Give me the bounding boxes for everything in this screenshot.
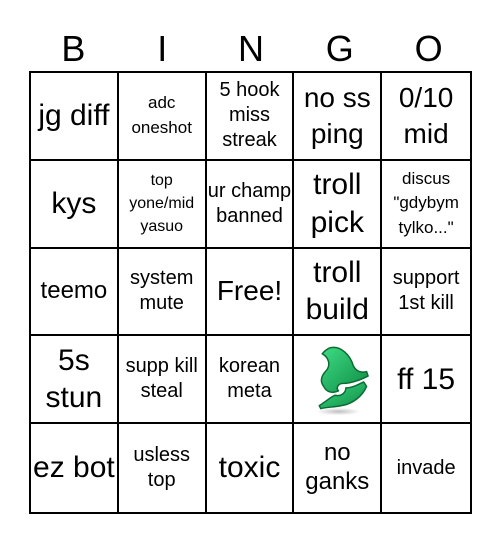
bingo-cell[interactable]: no ganks	[294, 424, 383, 512]
cell-text: adc oneshot	[131, 93, 192, 137]
bingo-cell[interactable]: teemo	[31, 248, 119, 337]
logo-cell[interactable]	[294, 336, 383, 425]
bingo-cell[interactable]: ez bot	[31, 424, 119, 512]
header-letter-i: I	[157, 28, 168, 69]
cell-text: system mute	[130, 267, 194, 315]
bingo-grid: jg diff adc oneshot 5 hook miss streak n…	[29, 71, 472, 514]
cell-text: 5 hook miss streak	[219, 79, 280, 152]
bingo-cell[interactable]: ff 15	[382, 336, 470, 425]
bingo-cell[interactable]: troll build	[294, 248, 383, 337]
bingo-cell[interactable]: korean meta	[206, 336, 295, 425]
bingo-cell[interactable]: toxic	[207, 424, 295, 512]
free-space-text: Free!	[216, 275, 283, 307]
bingo-cell[interactable]: ur champ banned	[206, 160, 295, 249]
bingo-cell[interactable]: supp kill steal	[118, 336, 207, 425]
cell-text: ez bot	[33, 451, 115, 485]
header-letter-b: B	[61, 28, 86, 69]
bingo-cell[interactable]: 5 hook miss streak	[206, 73, 295, 161]
green-swirl-logo-icon	[316, 346, 370, 416]
header-letter-n: N	[237, 28, 264, 69]
bingo-cell[interactable]: jg diff	[31, 73, 119, 161]
cell-text: top yone/mid yasuo	[129, 171, 195, 236]
cell-text: korean meta	[218, 355, 281, 403]
bingo-cell[interactable]: system mute	[118, 248, 207, 337]
cell-text: no ganks	[305, 439, 370, 496]
bingo-cell[interactable]: top yone/mid yasuo	[118, 160, 207, 249]
header-letter-o: O	[414, 28, 443, 69]
cell-text: kys	[51, 186, 97, 220]
cell-text: troll build	[305, 255, 369, 327]
bingo-cell[interactable]: kys	[31, 160, 119, 249]
cell-text: 0/10 mid	[398, 81, 454, 149]
cell-text: no ss ping	[303, 81, 371, 149]
bingo-cell[interactable]: invade	[382, 424, 470, 512]
free-space-cell[interactable]: Free!	[206, 248, 295, 337]
cell-text: invade	[396, 456, 456, 479]
cell-text: usless top	[133, 444, 191, 492]
cell-text: support 1st kill	[392, 267, 460, 315]
cell-text: teemo	[40, 277, 108, 305]
bingo-cell[interactable]: no ss ping	[294, 73, 383, 161]
bingo-cell[interactable]: 5s stun	[31, 336, 119, 425]
bingo-cell[interactable]: discus "gdybym tylko..."	[382, 161, 470, 249]
cell-text: troll pick	[310, 168, 364, 239]
bingo-cell[interactable]: troll pick	[294, 160, 383, 249]
cell-text: jg diff	[38, 99, 110, 133]
header-letter-g: G	[325, 28, 354, 69]
cell-text: toxic	[218, 451, 281, 485]
bingo-header: B I N G O	[29, 28, 473, 70]
cell-text: discus "gdybym tylko..."	[393, 168, 459, 238]
cell-text: 5s stun	[45, 343, 103, 415]
bingo-cell[interactable]: support 1st kill	[382, 249, 470, 337]
bingo-cell[interactable]: usless top	[119, 424, 207, 512]
cell-text: ff 15	[397, 362, 456, 396]
bingo-cell[interactable]: adc oneshot	[118, 73, 207, 161]
cell-text: ur champ banned	[207, 179, 292, 227]
bingo-cell[interactable]: 0/10 mid	[382, 73, 470, 161]
cell-text: supp kill steal	[125, 355, 198, 403]
